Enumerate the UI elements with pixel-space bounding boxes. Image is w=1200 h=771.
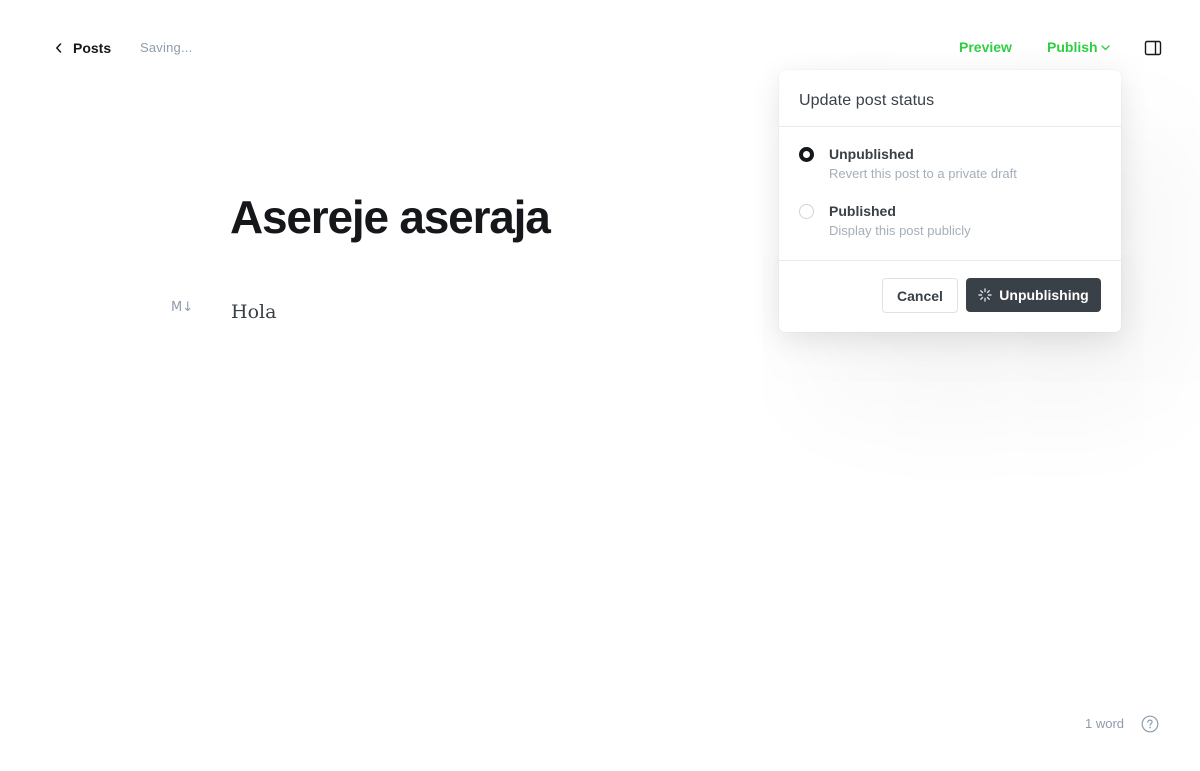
option-published[interactable]: Published Display this post publicly xyxy=(779,203,1121,260)
option-label: Published xyxy=(829,203,896,219)
option-unpublished[interactable]: Unpublished Revert this post to a privat… xyxy=(779,146,1121,203)
spinner-icon xyxy=(978,288,992,302)
question-circle-icon[interactable] xyxy=(1141,715,1159,733)
cancel-button[interactable]: Cancel xyxy=(882,278,958,313)
markdown-card-icon: M↓ xyxy=(171,300,194,315)
popover-header: Update post status xyxy=(779,70,1121,127)
publish-menu-button[interactable]: Publish xyxy=(1047,39,1110,55)
back-to-posts-link[interactable]: Posts xyxy=(55,38,111,58)
unpublish-button-label: Unpublishing xyxy=(999,287,1089,303)
option-description: Revert this post to a private draft xyxy=(829,166,1017,181)
option-description: Display this post publicly xyxy=(829,223,971,238)
word-count: 1 word xyxy=(1085,716,1125,731)
preview-button[interactable]: Preview xyxy=(959,39,1012,55)
post-body[interactable]: Hola xyxy=(231,301,276,323)
post-title[interactable]: Asereje aseraja xyxy=(230,190,551,244)
chevron-left-icon xyxy=(55,38,65,58)
save-status: Saving... xyxy=(140,40,193,55)
back-link-label: Posts xyxy=(73,40,112,56)
sidebar-toggle-icon[interactable] xyxy=(1144,39,1162,57)
status-options: Unpublished Revert this post to a privat… xyxy=(779,127,1121,261)
popover-footer: Cancel Unpublishing xyxy=(779,261,1121,331)
unpublish-button[interactable]: Unpublishing xyxy=(966,278,1101,312)
radio-published[interactable] xyxy=(799,204,814,219)
radio-unpublished[interactable] xyxy=(799,147,814,162)
post-status-popover: Update post status Unpublished Revert th… xyxy=(779,70,1121,332)
option-label: Unpublished xyxy=(829,146,914,162)
publish-button-label: Publish xyxy=(1047,39,1098,55)
chevron-down-icon xyxy=(1100,45,1110,51)
popover-title: Update post status xyxy=(799,92,935,109)
